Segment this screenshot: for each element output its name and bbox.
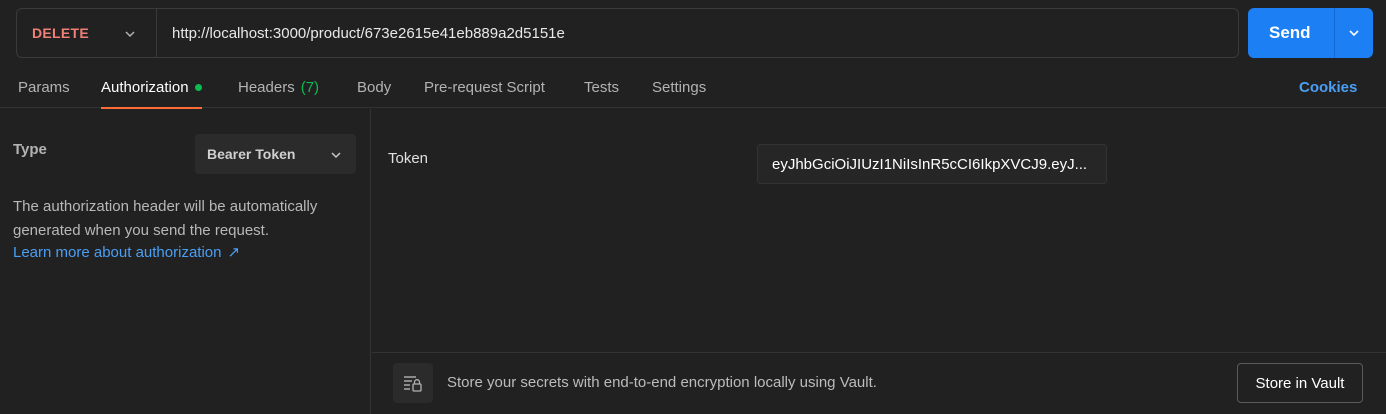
tab-settings[interactable]: Settings	[652, 66, 706, 108]
tab-label: Body	[357, 78, 392, 96]
cookies-link[interactable]: Cookies	[1299, 66, 1357, 108]
learn-more-label: Learn more about authorization	[13, 243, 222, 261]
token-label: Token	[388, 150, 429, 167]
vault-message: Store your secrets with end-to-end encry…	[447, 374, 877, 391]
tab-label: Authorization	[101, 78, 189, 96]
tab-authorization[interactable]: Authorization	[101, 66, 202, 109]
learn-more-link[interactable]: Learn more about authorization ↗	[13, 243, 241, 262]
send-button[interactable]: Send	[1248, 8, 1373, 58]
tab-params[interactable]: Params	[18, 66, 70, 108]
url-bar: DELETE	[16, 8, 1239, 58]
tab-label: Headers	[238, 78, 295, 96]
send-label: Send	[1269, 23, 1311, 42]
active-indicator-dot	[194, 83, 202, 91]
tab-pre-request-script[interactable]: Pre-request Script	[424, 66, 545, 108]
tab-label: Tests	[584, 78, 620, 96]
tab-label: Pre-request Script	[424, 78, 545, 96]
vault-banner: Store your secrets with end-to-end encry…	[372, 352, 1386, 414]
external-link-icon: ↗	[227, 244, 241, 261]
chevron-down-icon	[330, 148, 342, 166]
type-label: Type	[13, 141, 47, 158]
store-in-vault-button[interactable]: Store in Vault	[1237, 363, 1363, 403]
token-value: eyJhbGciOiJIUzI1NiIsInR5cCI6IkpXVCJ9.eyJ…	[772, 155, 1088, 173]
url-input[interactable]	[157, 9, 1238, 57]
auth-type-panel: Type Bearer Token The authorization head…	[0, 109, 371, 414]
tab-label: Params	[18, 78, 70, 96]
chevron-down-icon	[124, 27, 136, 45]
auth-type-select[interactable]: Bearer Token	[195, 134, 356, 174]
request-tabs: Params Authorization Headers (7) Body Pr…	[0, 66, 1386, 109]
tab-tests[interactable]: Tests	[584, 66, 619, 108]
token-input[interactable]: eyJhbGciOiJIUzI1NiIsInR5cCI6IkpXVCJ9.eyJ…	[757, 144, 1107, 184]
tab-headers[interactable]: Headers (7)	[238, 66, 319, 108]
tab-label: Settings	[652, 78, 707, 96]
request-editor: DELETE Send Params Authorization Headers…	[0, 0, 1386, 414]
method-label: DELETE	[32, 25, 90, 41]
send-options-chevron-icon[interactable]	[1335, 27, 1373, 39]
auth-description: The authorization header will be automat…	[13, 198, 318, 239]
auth-type-value: Bearer Token	[207, 146, 296, 162]
headers-count: (7)	[300, 78, 320, 96]
method-select[interactable]: DELETE	[17, 9, 157, 57]
tab-body[interactable]: Body	[357, 66, 391, 108]
vault-icon	[393, 363, 433, 403]
